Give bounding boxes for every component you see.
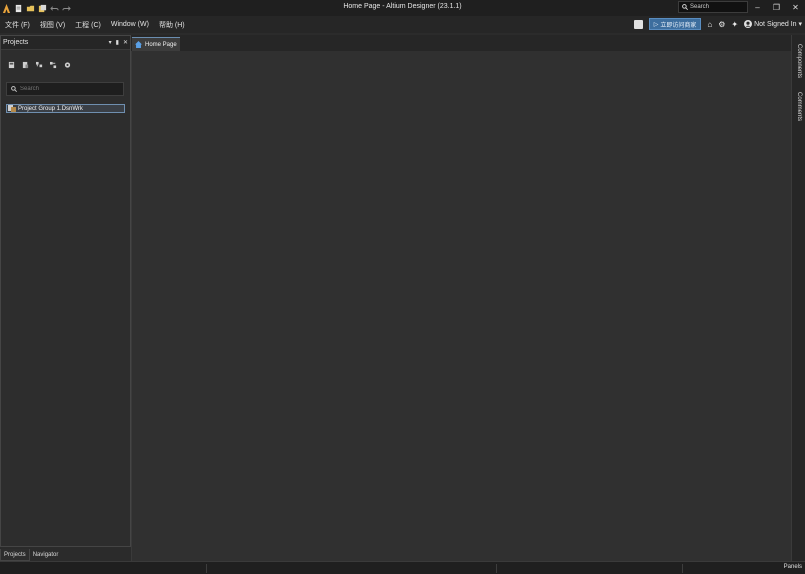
projects-search-input[interactable] — [20, 86, 120, 92]
status-bar: Panels — [0, 561, 805, 574]
new-document-icon[interactable] — [14, 4, 23, 13]
projects-panel-title: Projects — [3, 39, 29, 46]
global-search[interactable]: Search — [678, 1, 748, 13]
promo-button[interactable]: ▷ 立即访问商家 — [648, 18, 702, 30]
menu-window[interactable]: Window (W) — [106, 21, 154, 28]
altium-logo-icon — [2, 3, 11, 13]
tab-projects[interactable]: Projects — [0, 548, 30, 561]
projects-search[interactable] — [6, 82, 124, 96]
right-panel-strip: Components Comments — [791, 35, 805, 561]
home-icon[interactable]: ⌂ — [707, 20, 712, 29]
notifications-icon[interactable]: ✦ — [731, 20, 738, 29]
home-page-icon — [135, 41, 142, 48]
panel-pin-icon[interactable]: ▮ — [116, 39, 119, 46]
save-project-icon[interactable] — [8, 61, 15, 69]
signin-label: Not Signed In ▾ — [754, 21, 802, 28]
feedback-icon[interactable] — [633, 19, 643, 29]
projects-panel-header: Projects ▾ ▮ ✕ — [1, 36, 130, 50]
title-bar: Home Page - Altium Designer (23.1.1) Sea… — [0, 0, 805, 16]
minimize-button[interactable]: – — [748, 0, 767, 14]
panels-button[interactable]: Panels — [784, 564, 802, 570]
redo-icon[interactable] — [62, 4, 71, 13]
project-options-icon[interactable] — [22, 61, 29, 69]
menu-right-tools: ▷ 立即访问商家 ⌂ ⚙ ✦ Not Signed In ▾ — [633, 18, 802, 30]
status-separator — [682, 564, 683, 573]
promo-label: 立即访问商家 — [660, 22, 697, 29]
status-separator — [496, 564, 497, 573]
panel-menu-icon[interactable]: ▾ — [109, 39, 112, 46]
search-icon — [11, 86, 17, 92]
collapse-all-icon[interactable] — [50, 61, 57, 69]
document-area[interactable] — [131, 51, 791, 561]
project-group-item[interactable]: Project Group 1.DsnWrk — [6, 104, 125, 113]
promo-icon: ▷ — [653, 21, 659, 28]
menu-bar: 文件 (F) 视图 (V) 工程 (C) Window (W) 帮助 (H) ▷… — [0, 16, 805, 33]
settings-gear-icon[interactable]: ⚙ — [718, 20, 725, 29]
tab-navigator[interactable]: Navigator — [30, 549, 62, 561]
expand-all-icon[interactable] — [36, 61, 43, 69]
side-tab-components[interactable]: Components — [793, 37, 805, 85]
account-menu[interactable]: Not Signed In ▾ — [744, 20, 802, 28]
status-separator — [206, 564, 207, 573]
undo-icon[interactable] — [50, 4, 59, 13]
search-icon — [682, 4, 688, 10]
projects-panel: Projects ▾ ▮ ✕ Project Group 1.DsnWrk — [0, 35, 131, 547]
document-tab-bar: Home Page — [131, 35, 791, 51]
panel-bottom-tabs: Projects Navigator — [0, 548, 61, 561]
project-group-label: Project Group 1.DsnWrk — [18, 105, 83, 112]
side-tab-comments[interactable]: Comments — [793, 87, 805, 127]
tab-home-page-label: Home Page — [145, 41, 177, 48]
menu-project[interactable]: 工程 (C) — [70, 20, 106, 30]
global-search-input[interactable]: Search — [690, 4, 709, 10]
menu-help[interactable]: 帮助 (H) — [154, 20, 190, 30]
project-group-icon — [8, 105, 16, 112]
open-folder-icon[interactable] — [26, 4, 35, 13]
projects-toolbar — [1, 50, 130, 78]
quick-access-toolbar — [0, 3, 71, 13]
gear-icon[interactable] — [64, 61, 71, 69]
panel-close-icon[interactable]: ✕ — [123, 39, 128, 46]
save-all-icon[interactable] — [38, 4, 47, 13]
window-controls: – ❐ ✕ — [748, 0, 805, 14]
user-avatar-icon — [744, 20, 753, 28]
close-button[interactable]: ✕ — [786, 0, 805, 14]
menu-file[interactable]: 文件 (F) — [0, 20, 35, 30]
menu-view[interactable]: 视图 (V) — [35, 20, 70, 30]
maximize-button[interactable]: ❐ — [767, 0, 786, 14]
tab-home-page[interactable]: Home Page — [132, 37, 180, 51]
